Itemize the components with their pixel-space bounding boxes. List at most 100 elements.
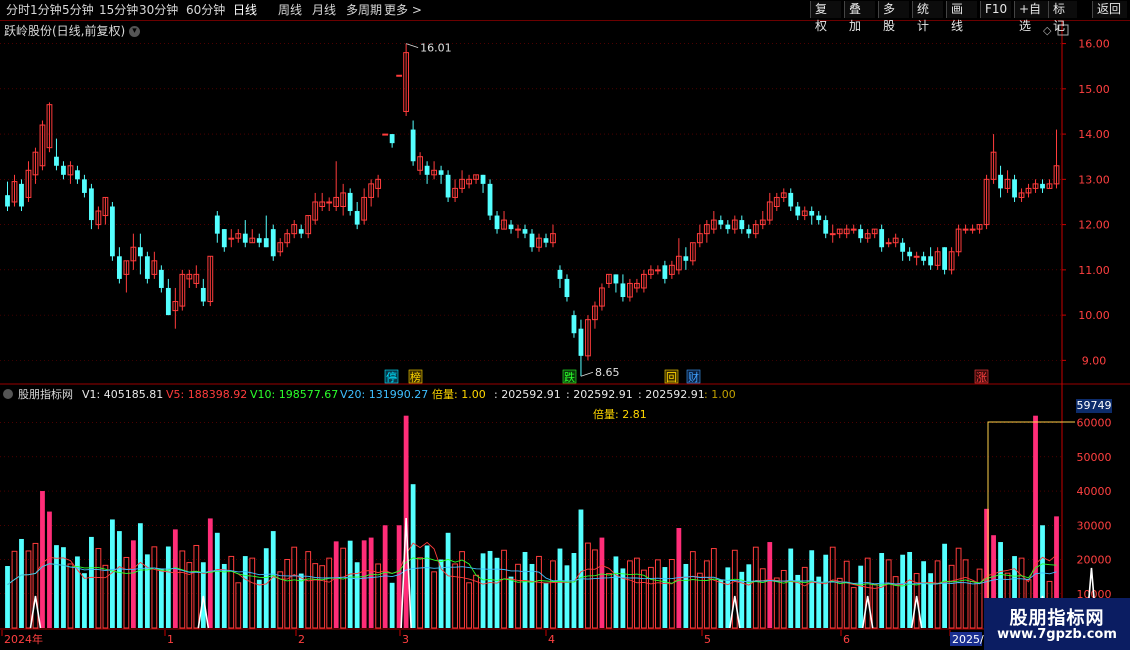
- candle-body: [298, 229, 304, 234]
- candle-body: [54, 156, 59, 166]
- volume-bar: [123, 556, 130, 629]
- period-tab-5[interactable]: 60分钟: [186, 2, 225, 18]
- volume-bar: [116, 531, 122, 628]
- candle-body: [850, 228, 857, 231]
- volume-bar: [263, 548, 269, 628]
- candle-body: [326, 201, 333, 204]
- watermark-url: www.7gpzb.com: [997, 627, 1117, 642]
- volume-bar: [431, 571, 437, 629]
- volume-bar: [752, 546, 759, 629]
- candle-body: [962, 228, 969, 231]
- volume-bar: [326, 557, 333, 629]
- toolbar-button-3[interactable]: 统计: [912, 1, 943, 33]
- toolbar-button-4[interactable]: 画线: [946, 1, 977, 33]
- volume-bar: [193, 544, 200, 629]
- period-tab-3[interactable]: 15分钟: [99, 2, 138, 18]
- period-tab-9[interactable]: 多周期: [346, 2, 382, 18]
- volume-bar: [277, 571, 284, 629]
- candle-body: [389, 134, 395, 144]
- diamond-icon: ◇: [1043, 24, 1052, 37]
- volume-bar: [242, 556, 248, 628]
- candle-body: [543, 238, 549, 243]
- ratio-spike: [29, 595, 42, 629]
- candle-body: [809, 211, 815, 216]
- volume-bar: [571, 553, 577, 628]
- volume-bar: [333, 541, 339, 628]
- volume-bar: [928, 573, 934, 628]
- period-tab-1[interactable]: 1分钟: [30, 2, 62, 18]
- period-tab-4[interactable]: 30分钟: [139, 2, 178, 18]
- volume-bar: [942, 543, 948, 628]
- candle-body: [718, 220, 724, 225]
- volume-bar: [767, 542, 773, 628]
- volume-bar: [466, 582, 472, 629]
- volume-bar: [459, 551, 465, 629]
- candle-body: [61, 165, 66, 175]
- volume-bar: [151, 546, 158, 629]
- period-tab-0[interactable]: 分时: [6, 2, 30, 18]
- candle-body: [410, 129, 416, 162]
- candle-body: [788, 192, 794, 207]
- candle-body: [110, 206, 115, 257]
- volume-bar: [823, 554, 829, 628]
- candle-body: [907, 251, 913, 257]
- high-price-label: 16.01: [420, 42, 452, 55]
- volume-bar: [487, 550, 493, 628]
- indicator-value: : 202592.91: [566, 388, 633, 401]
- toolbar-button-8[interactable]: 返回: [1092, 1, 1127, 18]
- volume-bar: [627, 560, 633, 629]
- toolbar-button-1[interactable]: 叠加: [844, 1, 875, 33]
- volume-bar: [801, 566, 808, 629]
- volume-bar: [746, 564, 752, 628]
- period-tab-10[interactable]: 更多 >: [384, 2, 422, 18]
- candle-body: [620, 283, 626, 298]
- candle-body: [200, 287, 206, 302]
- volume-bar: [89, 536, 94, 628]
- volume-bar: [599, 537, 605, 628]
- period-tab-8[interactable]: 月线: [312, 2, 336, 18]
- period-tab-7[interactable]: 周线: [278, 2, 302, 18]
- event-marker-label: 跌: [564, 370, 575, 384]
- toolbar-button-6[interactable]: +自选: [1014, 1, 1049, 33]
- time-tick-label: 3: [402, 633, 409, 646]
- volume-bar: [606, 573, 612, 629]
- indicator-value: 倍量: 1.00: [432, 387, 486, 401]
- toolbar-button-0[interactable]: 复权: [810, 1, 841, 33]
- candle-body: [75, 170, 80, 180]
- candle-body: [969, 228, 976, 231]
- volume-bar: [515, 563, 521, 629]
- volume-bar: [718, 579, 724, 628]
- candle-body: [494, 215, 500, 230]
- volume-bar: [900, 554, 906, 628]
- chevron-down-icon[interactable]: ▾: [129, 26, 141, 37]
- candle-body: [823, 220, 829, 234]
- candle-body: [529, 233, 535, 248]
- candle-body: [998, 174, 1003, 189]
- period-tab-6[interactable]: 日线: [233, 2, 257, 18]
- volume-bar: [1033, 415, 1038, 628]
- candle-body: [654, 269, 661, 272]
- toolbar-button-2[interactable]: 多股: [878, 1, 909, 33]
- volume-bar: [668, 559, 675, 629]
- volume-bar: [934, 560, 941, 629]
- time-tick-label: 4: [548, 633, 555, 646]
- candle-body: [885, 242, 892, 245]
- volume-bar: [710, 548, 717, 629]
- period-tab-2[interactable]: 5分钟: [62, 2, 94, 18]
- high-pointer: [405, 43, 419, 48]
- indicator-value: V1: 405185.81: [82, 388, 163, 401]
- candle-body: [82, 179, 87, 193]
- volume-bar: [375, 563, 382, 629]
- volume-bar: [703, 560, 710, 629]
- event-marker-label: 涨: [976, 371, 987, 384]
- candle-body: [564, 278, 570, 298]
- candle-body: [424, 165, 430, 175]
- price-tick-label: 9.00: [1082, 354, 1107, 367]
- watermark-logo: 股朋指标网 www.7gpzb.com: [984, 598, 1130, 650]
- toolbar-button-7[interactable]: 标记: [1048, 1, 1077, 33]
- candle-body: [116, 256, 122, 279]
- candle-body: [89, 188, 94, 221]
- candle-body: [816, 215, 822, 221]
- volume-bar: [256, 579, 262, 628]
- toolbar-button-5[interactable]: F10: [980, 1, 1011, 18]
